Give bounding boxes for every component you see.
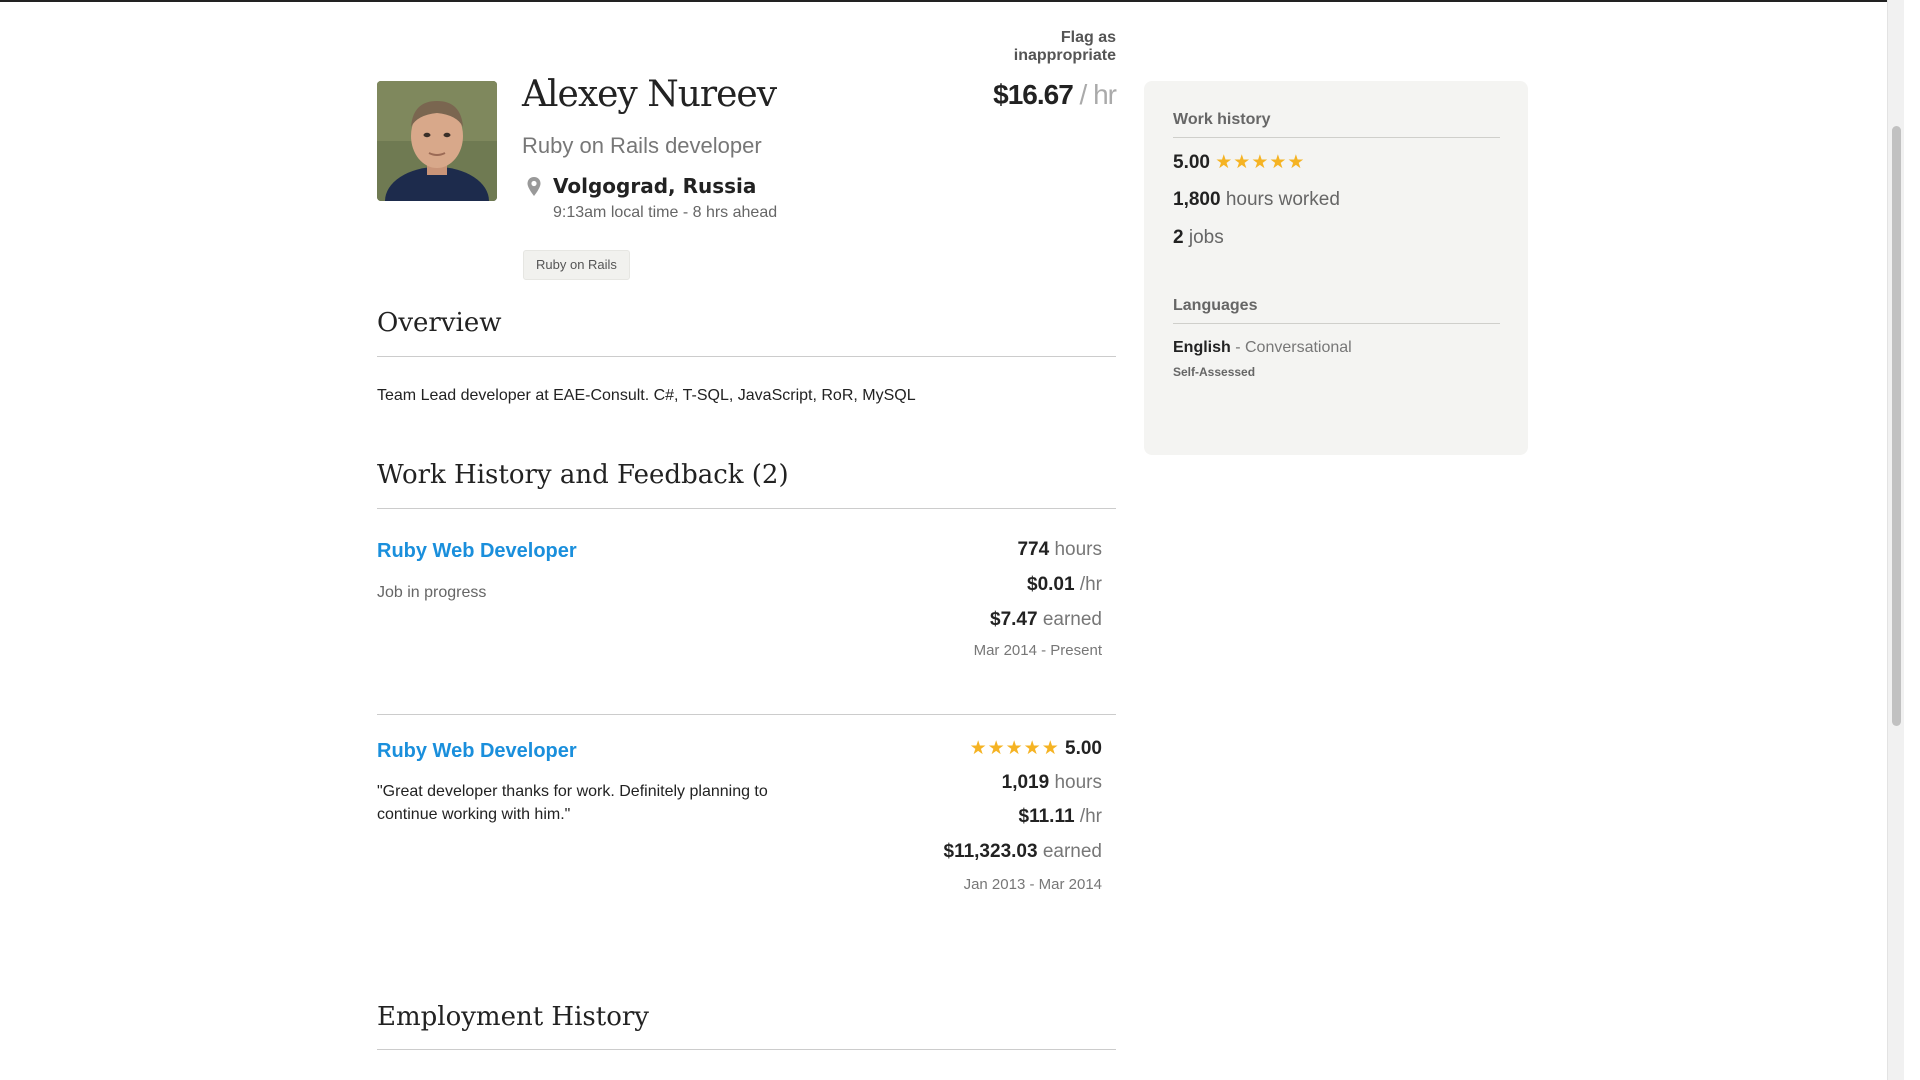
scrollbar[interactable] — [1887, 0, 1904, 1080]
job-earned-value: $7.47 — [990, 609, 1038, 630]
profile-local-time: 9:13am local time - 8 hrs ahead — [553, 204, 778, 221]
job-earned-unit: earned — [1037, 841, 1102, 862]
job-earned-value: $11,323.03 — [943, 841, 1038, 862]
job-earned: $11,323.03 earned — [860, 841, 1103, 863]
job-hours-value: 774 — [1017, 539, 1050, 560]
sidebar-language: English - Conversational — [1173, 339, 1352, 357]
top-border — [0, 0, 1904, 2]
scrollbar-thumb[interactable] — [1892, 126, 1901, 726]
profile-name: Alexey Nureev — [522, 74, 777, 115]
profile-sidebar: Work history 5.00 ★★★★★ 1,800 hours work… — [1144, 81, 1528, 455]
job-rating-value: 5.00 — [1065, 738, 1102, 759]
sidebar-divider — [1173, 137, 1500, 138]
employment-divider — [377, 1049, 1116, 1050]
profile-location: Volgograd, Russia — [553, 174, 757, 198]
sidebar-hours-worked-label: hours worked — [1220, 189, 1340, 210]
job-earned: $7.47 earned — [860, 609, 1102, 631]
job-rate: $11.11 /hr — [860, 806, 1102, 828]
sidebar-jobs-label: jobs — [1183, 227, 1224, 248]
sidebar-languages-heading: Languages — [1173, 297, 1258, 314]
profile-title: Ruby on Rails developer — [522, 133, 762, 158]
job-hours-unit: hours — [1049, 539, 1102, 560]
job-divider — [377, 714, 1116, 715]
flag-inappropriate-link[interactable]: Flag as inappropriate — [955, 29, 1116, 65]
sidebar-hours-worked: 1,800 hours worked — [1173, 189, 1340, 211]
job-feedback: "Great developer thanks for work. Defini… — [377, 783, 768, 823]
job-rate-value: $0.01 — [1027, 574, 1075, 595]
star-icon: ★★★★★ — [1215, 152, 1306, 173]
job-rating: ★★★★★ 5.00 — [860, 737, 1102, 760]
job-rate: $0.01 /hr — [860, 574, 1102, 596]
sidebar-hours-worked-value: 1,800 — [1173, 189, 1221, 210]
job-dates: Mar 2014 - Present — [973, 642, 1102, 659]
sidebar-work-history-heading: Work history — [1173, 111, 1271, 128]
job-hours-value: 1,019 — [1001, 772, 1050, 793]
star-icon: ★★★★★ — [969, 738, 1060, 759]
job-title-link[interactable]: Ruby Web Developer — [377, 540, 577, 563]
sidebar-rating-value: 5.00 — [1173, 152, 1210, 173]
overview-divider — [377, 356, 1116, 357]
avatar — [377, 81, 497, 201]
employment-history-heading: Employment History — [377, 1002, 649, 1032]
job-title-link[interactable]: Ruby Web Developer — [377, 740, 577, 763]
overview-heading: Overview — [377, 308, 502, 338]
sidebar-language-name: English — [1173, 339, 1231, 356]
overview-text: Team Lead developer at EAE-Consult. C#, … — [377, 387, 916, 404]
skill-tag[interactable]: Ruby on Rails — [523, 250, 630, 280]
hourly-rate-amount: $16.67 — [993, 79, 1074, 110]
hourly-rate: $16.67 / hr — [960, 79, 1117, 111]
work-history-divider — [377, 508, 1116, 509]
sidebar-divider — [1173, 323, 1500, 324]
job-dates: Jan 2013 - Mar 2014 — [963, 876, 1102, 893]
job-hours-unit: hours — [1049, 772, 1102, 793]
job-rate-unit: /hr — [1074, 574, 1102, 595]
sidebar-language-level: - Conversational — [1230, 339, 1352, 356]
job-earned-unit: earned — [1037, 609, 1102, 630]
sidebar-jobs-value: 2 — [1173, 227, 1184, 248]
job-rate-unit: /hr — [1074, 806, 1102, 827]
sidebar-language-note: Self-Assessed — [1173, 365, 1256, 379]
profile-page: Flag as inappropriate Alexey Nureev Ruby… — [0, 0, 1904, 1080]
work-history-heading: Work History and Feedback (2) — [377, 460, 789, 490]
job-hours: 774 hours — [860, 539, 1102, 561]
job-status: Job in progress — [377, 584, 487, 601]
avatar-photo — [377, 81, 497, 201]
map-pin-icon — [527, 177, 541, 196]
sidebar-jobs: 2 jobs — [1173, 227, 1224, 249]
job-hours: 1,019 hours — [860, 772, 1102, 794]
hourly-rate-unit: / hr — [1072, 79, 1117, 110]
job-rate-value: $11.11 — [1018, 806, 1075, 827]
sidebar-rating: 5.00 ★★★★★ — [1173, 151, 1305, 174]
